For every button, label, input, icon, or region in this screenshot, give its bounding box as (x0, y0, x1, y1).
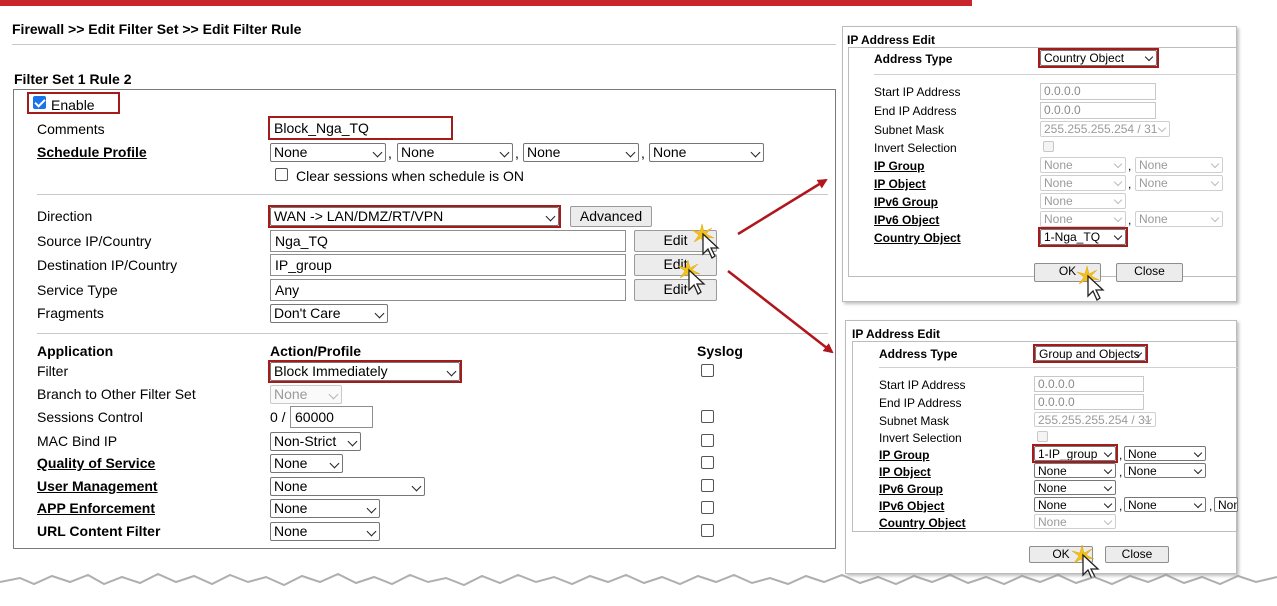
arrow-icon (727, 270, 834, 354)
torn-edge (0, 572, 1277, 606)
mouse-cursor-icon (677, 259, 706, 295)
mouse-cursor-icon (691, 223, 720, 259)
arrow-icon (737, 178, 828, 236)
mouse-cursor-icon (1076, 265, 1105, 301)
